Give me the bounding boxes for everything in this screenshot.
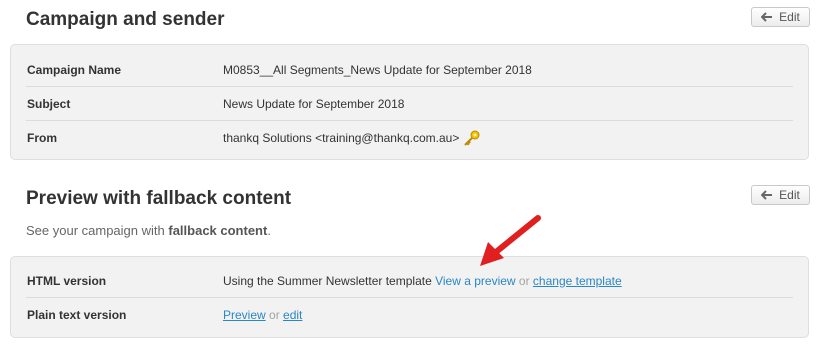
- subject-value: News Update for September 2018: [223, 96, 405, 111]
- template-text: Using the Summer Newsletter template: [223, 273, 436, 288]
- arrow-left-icon: [761, 12, 773, 22]
- red-arrow-annotation: [480, 215, 541, 266]
- from-value-wrap: thankq Solutions <training@thankq.com.au…: [223, 130, 481, 146]
- html-version-row: HTML version Using the Summer Newsletter…: [26, 264, 793, 298]
- row-label: From: [27, 130, 57, 145]
- row-label: HTML version: [27, 273, 107, 288]
- arrow-left-icon: [761, 190, 773, 200]
- row-label: Plain text version: [27, 307, 127, 322]
- campaign-name-value: M0853__All Segments_News Update for Sept…: [223, 62, 532, 77]
- row-label: Campaign Name: [27, 62, 122, 77]
- preview-section-title: Preview with fallback content: [26, 188, 292, 209]
- campaign-name-row: Campaign Name M0853__All Segments_News U…: [26, 53, 793, 87]
- description-bold: fallback content: [168, 223, 268, 238]
- description-suffix: .: [267, 223, 271, 238]
- subject-row: Subject News Update for September 2018: [26, 87, 793, 121]
- key-icon[interactable]: [463, 130, 481, 146]
- edit-label: Edit: [779, 188, 800, 202]
- plain-preview-link[interactable]: Preview: [223, 308, 266, 322]
- description-prefix: See your campaign with: [26, 223, 169, 238]
- view-preview-link[interactable]: View a preview: [435, 274, 515, 288]
- change-template-link[interactable]: change template: [533, 274, 622, 288]
- preview-edit-button[interactable]: Edit: [751, 185, 810, 205]
- edit-label: Edit: [779, 10, 800, 24]
- from-value: thankq Solutions <training@thankq.com.au…: [223, 130, 460, 145]
- plain-text-value: Preview or edit: [223, 308, 302, 322]
- campaign-edit-button[interactable]: Edit: [751, 7, 810, 27]
- row-label: Subject: [27, 96, 71, 111]
- campaign-section-title: Campaign and sender: [26, 9, 225, 30]
- or-separator: or: [515, 273, 533, 288]
- campaign-details-panel: Campaign Name M0853__All Segments_News U…: [10, 44, 809, 160]
- plain-edit-link[interactable]: edit: [283, 308, 302, 322]
- html-version-value: Using the Summer Newsletter template Vie…: [223, 274, 622, 288]
- or-separator: or: [265, 307, 284, 322]
- preview-description: See your campaign with fallback content.: [26, 223, 271, 238]
- from-row: From thankq Solutions <training@thankq.c…: [26, 121, 793, 154]
- plain-text-version-row: Plain text version Preview or edit: [26, 298, 793, 331]
- preview-details-panel: HTML version Using the Summer Newsletter…: [10, 256, 809, 338]
